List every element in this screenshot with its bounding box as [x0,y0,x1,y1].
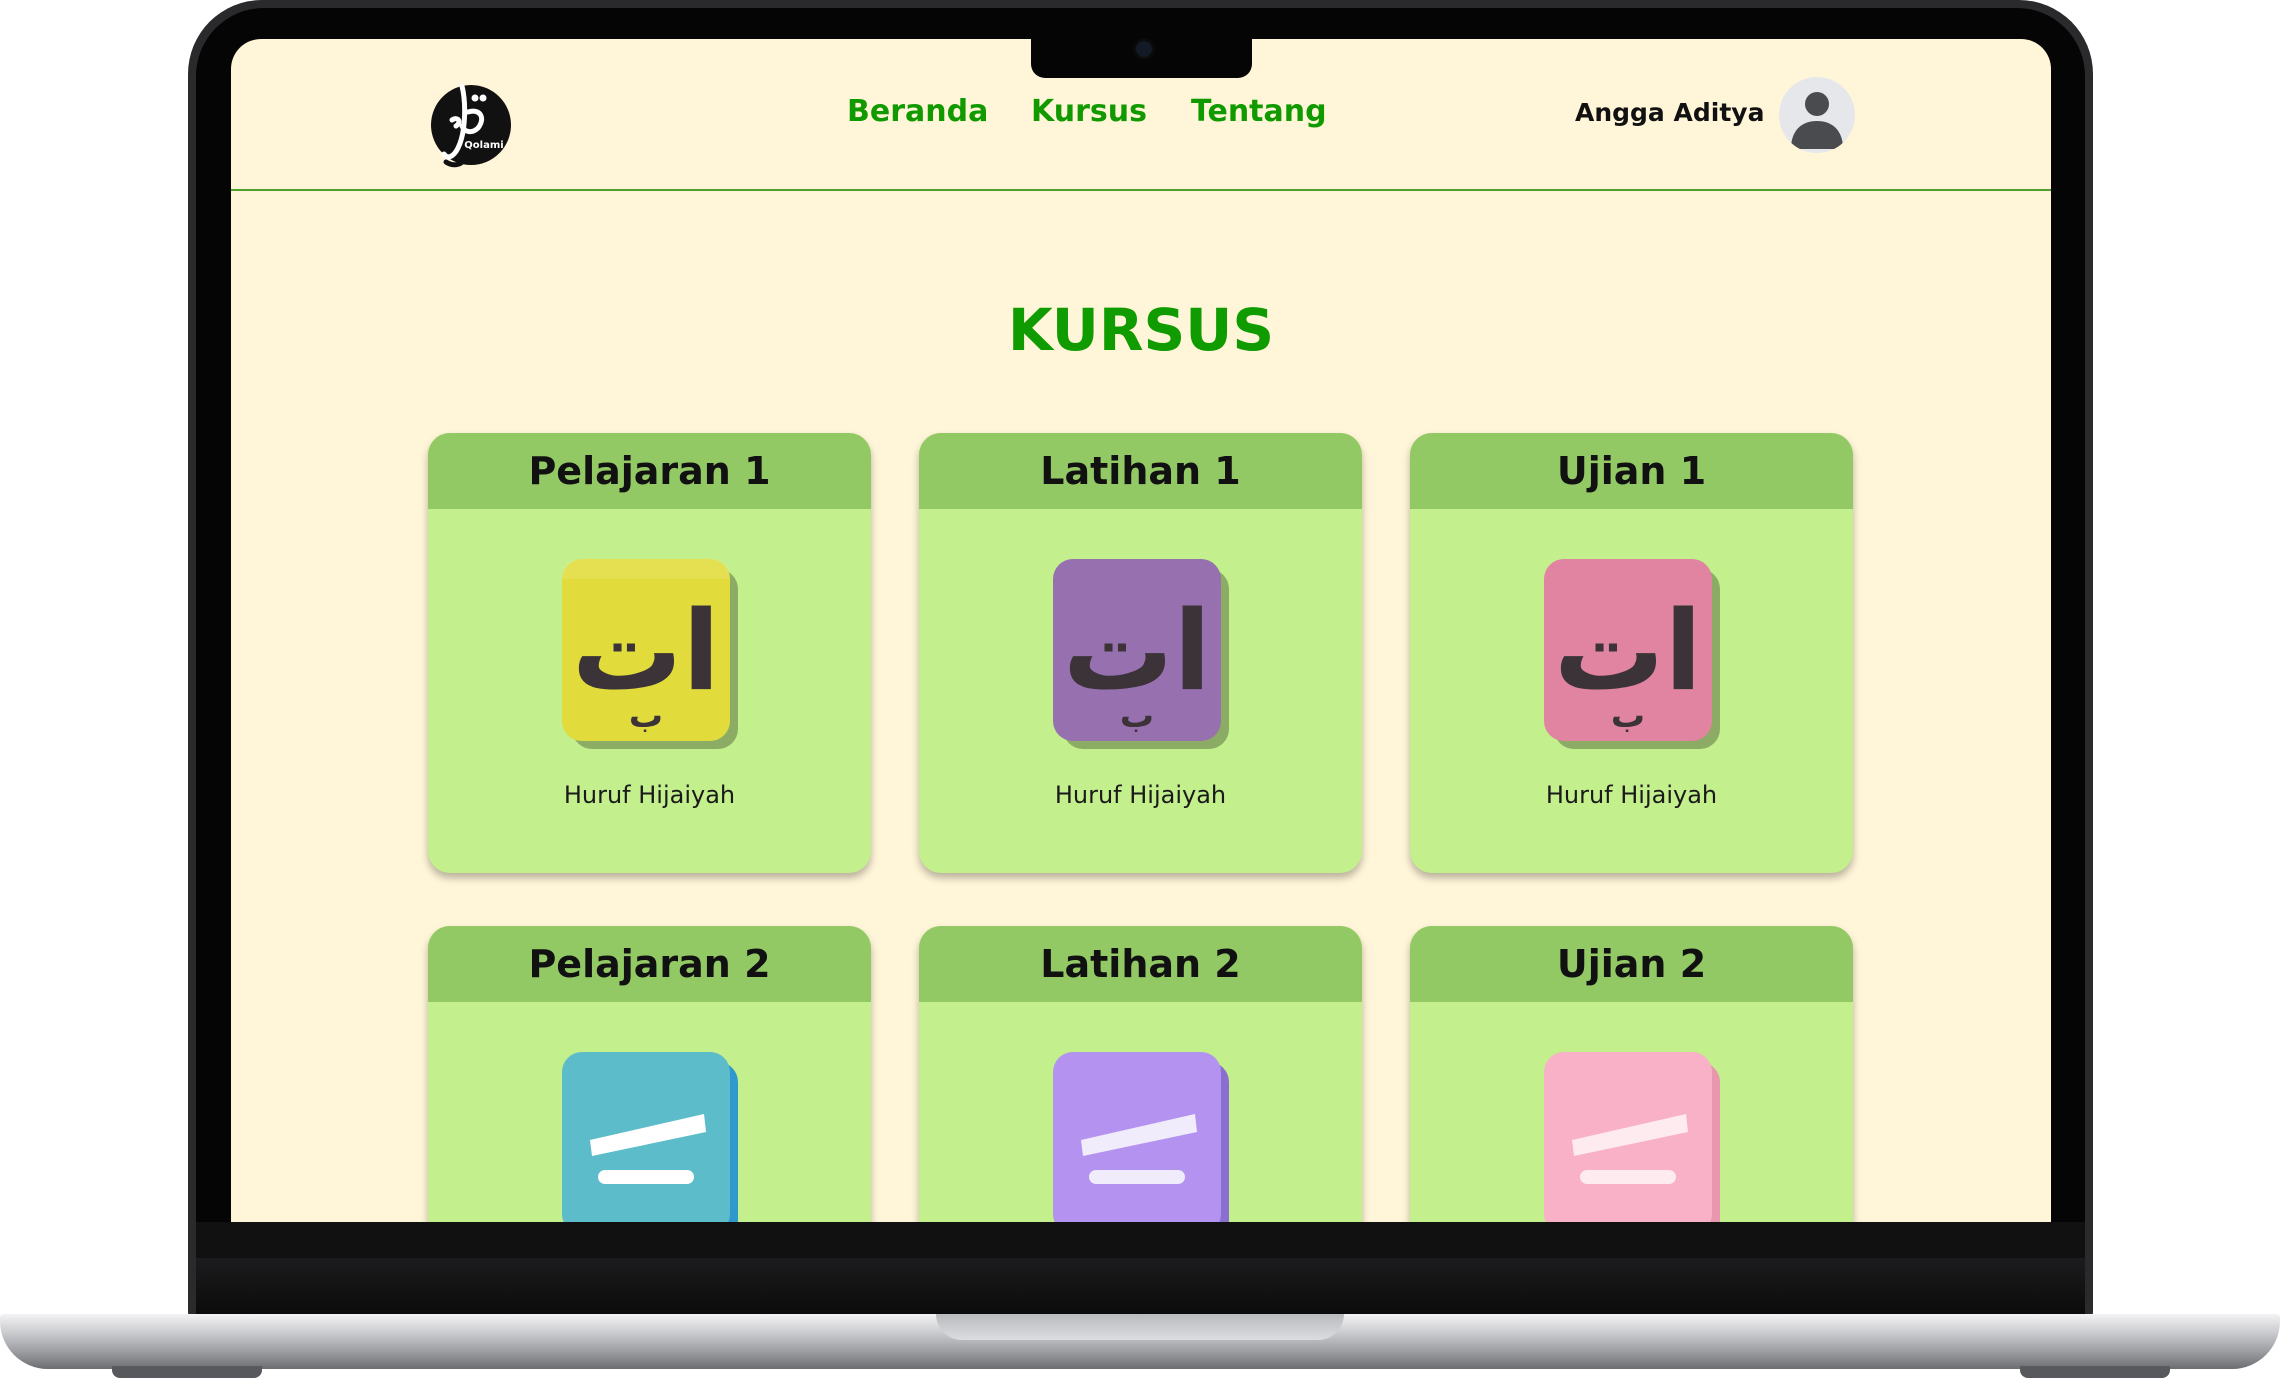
course-card-pelajaran-1[interactable]: Pelajaran 1 ات ب Huruf Hijaiyah [428,433,871,873]
hijaiyah-block-icon: ات ب [1053,559,1229,749]
logo-text: Qolami [464,140,503,151]
svg-text:ب: ب [1611,696,1645,736]
nav-link-tentang[interactable]: Tentang [1191,94,1327,129]
card-subtitle: Huruf Hijaiyah [563,781,736,809]
card-title: Ujian 1 [1556,449,1707,493]
qolami-logo-icon[interactable]: Qolami [428,82,514,168]
hijaiyah-block-icon: ات ب [562,559,738,749]
card-title: Pelajaran 1 [528,449,771,493]
card-title: Latihan 1 [1040,449,1241,493]
nav-link-kursus[interactable]: Kursus [1031,94,1147,129]
harakat-block-icon [562,1052,738,1222]
screen: Qolami Beranda Kursus Tentang Angga Adit… [231,39,2051,1222]
avatar[interactable] [1779,77,1855,153]
user-avatar-icon [1791,92,1843,149]
card-subtitle: Huruf Hijaiyah [1545,781,1718,809]
page-title: KURSUS [1007,296,1275,364]
bottom-bezel [196,1222,2085,1317]
harakat-block-icon [1544,1052,1720,1222]
course-card-ujian-2[interactable]: Ujian 2 [1410,926,1853,1222]
course-card-pelajaran-2[interactable]: Pelajaran 2 [428,926,871,1222]
camera-icon [1133,38,1155,60]
course-card-latihan-2[interactable]: Latihan 2 [919,926,1362,1222]
card-subtitle: Huruf Hijaiyah [1054,781,1227,809]
course-card-latihan-1[interactable]: Latihan 1 ات ب Huruf Hijaiyah [919,433,1362,873]
card-title: Pelajaran 2 [528,942,771,986]
svg-text:ب: ب [1120,696,1154,736]
svg-text:ب: ب [629,696,663,736]
nav-link-beranda[interactable]: Beranda [847,94,988,129]
user-name[interactable]: Angga Aditya [1575,98,1764,127]
card-title: Latihan 2 [1040,942,1241,986]
hijaiyah-block-icon: ات ب [1544,559,1720,749]
laptop-base-notch [936,1314,1344,1340]
laptop-foot-right [2020,1366,2170,1378]
card-title: Ujian 2 [1556,942,1707,986]
course-card-ujian-1[interactable]: Ujian 1 ات ب Huruf Hijaiyah [1410,433,1853,873]
harakat-block-icon [1053,1052,1229,1222]
laptop-foot-left [112,1366,262,1378]
